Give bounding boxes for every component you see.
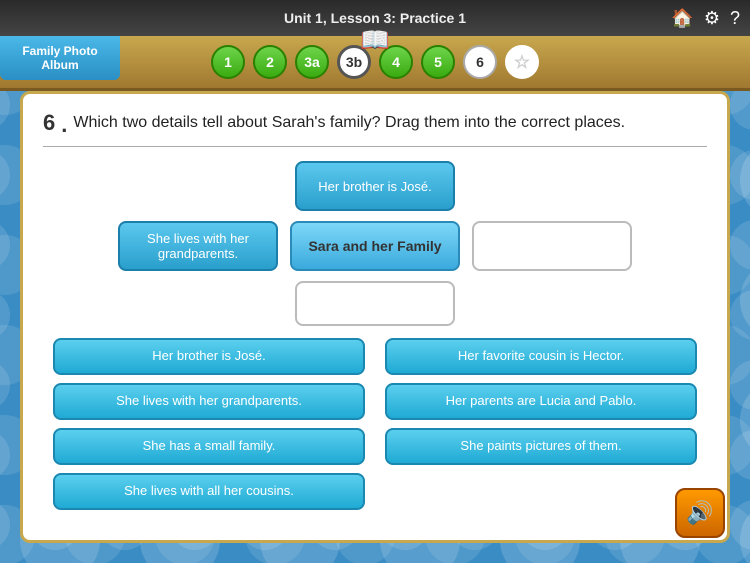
drop-zone-center-top[interactable]: Her brother is José. bbox=[295, 161, 455, 211]
question-number: 6 bbox=[43, 112, 55, 134]
nav-btn-4[interactable]: 4 bbox=[379, 45, 413, 79]
question-area: 6 . Which two details tell about Sarah's… bbox=[43, 112, 707, 147]
top-bar-icons: 🏠 ⚙ ? bbox=[671, 8, 740, 29]
question-text: Which two details tell about Sarah's fam… bbox=[73, 112, 625, 134]
home-icon[interactable]: 🏠 bbox=[671, 8, 693, 29]
nav-btn-3b[interactable]: 3b bbox=[337, 45, 371, 79]
question-dot: . bbox=[61, 112, 67, 138]
speaker-button[interactable]: 🔊 bbox=[675, 488, 725, 538]
option-5[interactable]: She has a small family. bbox=[53, 428, 365, 465]
option-3[interactable]: She lives with her grandparents. bbox=[53, 383, 365, 420]
drop-zone-row2: She lives with her grandparents. Sara an… bbox=[43, 221, 707, 271]
main-content: 6 . Which two details tell about Sarah's… bbox=[20, 91, 730, 543]
sidebar-tab-label: Family Photo Album bbox=[22, 44, 97, 72]
option-6[interactable]: She paints pictures of them. bbox=[385, 428, 697, 465]
option-2[interactable]: Her favorite cousin is Hector. bbox=[385, 338, 697, 375]
help-icon[interactable]: ? bbox=[730, 8, 740, 29]
nav-btn-star[interactable]: ☆ bbox=[505, 45, 539, 79]
lesson-title: Unit 1, Lesson 3: Practice 1 bbox=[284, 10, 466, 26]
nav-btn-3a[interactable]: 3a bbox=[295, 45, 329, 79]
options-grid: Her brother is José. Her favorite cousin… bbox=[43, 338, 707, 510]
drop-zone-bottom-center[interactable] bbox=[295, 281, 455, 326]
sidebar-tab[interactable]: Family Photo Album bbox=[0, 36, 120, 80]
nav-btn-1[interactable]: 1 bbox=[211, 45, 245, 79]
settings-icon[interactable]: ⚙ bbox=[704, 8, 720, 29]
option-7[interactable]: She lives with all her cousins. bbox=[53, 473, 365, 510]
nav-btn-2[interactable]: 2 bbox=[253, 45, 287, 79]
drop-zone-left[interactable]: She lives with her grandparents. bbox=[118, 221, 278, 271]
option-4[interactable]: Her parents are Lucia and Pablo. bbox=[385, 383, 697, 420]
speaker-icon: 🔊 bbox=[686, 500, 713, 526]
nav-btn-6[interactable]: 6 bbox=[463, 45, 497, 79]
nav-btn-5[interactable]: 5 bbox=[421, 45, 455, 79]
option-1[interactable]: Her brother is José. bbox=[53, 338, 365, 375]
drop-zone-row1: Her brother is José. bbox=[43, 161, 707, 211]
drop-zone-label: Sara and her Family bbox=[290, 221, 460, 271]
drop-zone-row3 bbox=[43, 281, 707, 326]
drop-zone-right[interactable] bbox=[472, 221, 632, 271]
